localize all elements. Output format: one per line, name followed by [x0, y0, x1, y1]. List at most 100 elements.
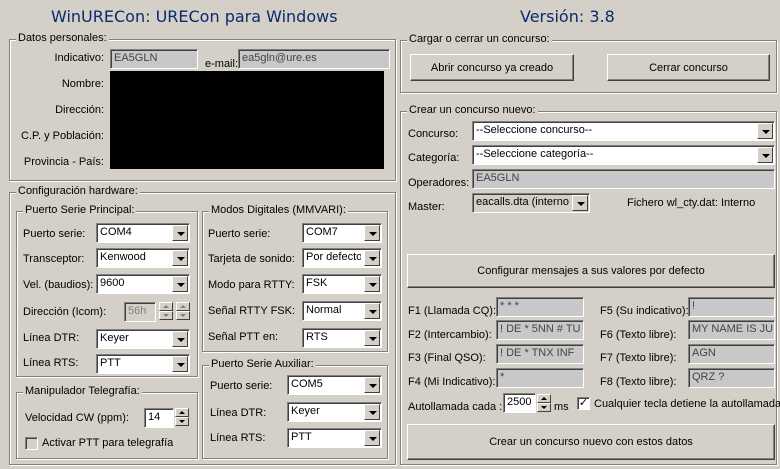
f8-input[interactable]: QRZ ?: [688, 368, 775, 388]
open-contest-button[interactable]: Abrir concurso ya creado: [410, 54, 574, 81]
senal-ptt-label: Señal PTT en:: [208, 331, 279, 343]
aux-dtr-select[interactable]: Keyer: [287, 402, 382, 422]
icom-address-stepper[interactable]: [159, 302, 173, 320]
f1-label: F1 (Llamada CQ):: [408, 305, 497, 317]
indicativo-input[interactable]: EA5GLN: [110, 49, 198, 69]
tarjeta-sonido-select[interactable]: Por defecto: [302, 248, 382, 268]
telegraph-keyer-legend: Manipulador Telegrafía:: [23, 385, 142, 397]
transceptor-select[interactable]: Kenwood: [96, 248, 190, 268]
icom-address-input[interactable]: 56h: [124, 302, 156, 322]
aux-rts-label: Línea RTS:: [210, 432, 266, 444]
arrow-up-icon[interactable]: [537, 394, 551, 403]
close-contest-button[interactable]: Cerrar concurso: [607, 54, 770, 81]
modo-rtty-value: FSK: [306, 277, 328, 289]
stop-autocall-checkbox[interactable]: ✓: [577, 397, 590, 410]
autollamada-stepper[interactable]: [537, 394, 551, 412]
operadores-label: Operadores:: [408, 177, 470, 189]
f3-input[interactable]: ! DE * TNX INF: [496, 344, 584, 364]
f6-label: F6 (Texto libre):: [600, 329, 677, 341]
main-dtr-select[interactable]: Keyer: [96, 329, 190, 349]
chevron-down-icon[interactable]: [364, 330, 380, 346]
arrow-up-icon[interactable]: [176, 302, 190, 311]
autollamada-input[interactable]: 2500: [503, 393, 536, 413]
chevron-down-icon[interactable]: [172, 331, 188, 347]
main-rts-select[interactable]: PTT: [96, 354, 190, 374]
chevron-down-icon[interactable]: [172, 356, 188, 372]
baudios-label: Vel. (baudios):: [23, 279, 94, 291]
provincia-pais-label: Provincia - País:: [23, 156, 104, 168]
aux-rts-select[interactable]: PTT: [287, 428, 382, 448]
arrow-up-icon[interactable]: [159, 302, 173, 311]
f1-input[interactable]: * * *: [496, 297, 584, 317]
f5-label: F5 (Su indicativo):: [600, 305, 689, 317]
senal-fsk-value: Normal: [306, 304, 342, 316]
new-contest-legend: Crear un concurso nuevo:: [407, 104, 538, 116]
transceptor-label: Transceptor:: [23, 253, 85, 265]
f2-input[interactable]: ! DE * 5NN # TU: [496, 320, 584, 340]
arrow-down-icon[interactable]: [537, 403, 551, 412]
chevron-down-icon[interactable]: [364, 303, 380, 319]
arrow-down-icon[interactable]: [175, 417, 189, 426]
senal-ptt-select[interactable]: RTS: [302, 328, 382, 348]
concurso-label: Concurso:: [408, 128, 459, 140]
concurso-select[interactable]: --Seleccione concurso--: [472, 121, 775, 141]
load-close-contest-legend: Cargar o cerrar un concurso:: [407, 33, 552, 45]
nombre-label: Nombre:: [61, 78, 104, 90]
chevron-down-icon[interactable]: [364, 250, 380, 266]
autollamada-label: Autollamada cada :: [408, 401, 503, 413]
senal-fsk-label: Señal RTTY FSK:: [208, 305, 296, 317]
master-select[interactable]: eacalls.dta (interno): [472, 193, 590, 213]
baudios-select[interactable]: 9600: [96, 274, 190, 294]
f7-input[interactable]: AGN: [688, 344, 775, 364]
main-puerto-select[interactable]: COM4: [96, 223, 190, 243]
ptt-telegrafia-checkbox[interactable]: [25, 437, 38, 450]
arrow-up-icon[interactable]: [175, 408, 189, 417]
chevron-down-icon[interactable]: [757, 123, 773, 139]
create-contest-button[interactable]: Crear un concurso nuevo con estos datos: [407, 424, 775, 460]
icom-address-stepper-2[interactable]: [176, 302, 190, 320]
aux-puerto-select[interactable]: COM5: [287, 375, 382, 395]
chevron-down-icon[interactable]: [572, 195, 588, 211]
chevron-down-icon[interactable]: [757, 147, 773, 163]
operadores-input[interactable]: EA5GLN: [472, 169, 775, 189]
categoria-select[interactable]: --Seleccione categoría--: [472, 145, 775, 165]
email-input[interactable]: ea5gln@ure.es: [238, 49, 390, 69]
version-label: Versión: 3.8: [520, 7, 615, 26]
digital-puerto-select[interactable]: COM7: [302, 223, 382, 243]
aux-serial-port-legend: Puerto Serie Auxiliar:: [209, 358, 316, 370]
tarjeta-sonido-label: Tarjeta de sonido:: [208, 253, 295, 265]
cw-speed-stepper[interactable]: [175, 408, 189, 426]
stop-autocall-label: Cualquier tecla detiene la autollamada: [594, 398, 780, 410]
ptt-telegrafia-label: Activar PTT para telegrafía: [42, 437, 174, 449]
categoria-value: --Seleccione categoría--: [476, 148, 594, 160]
aux-dtr-value: Keyer: [291, 405, 320, 417]
main-dtr-label: Línea DTR:: [23, 332, 80, 344]
chevron-down-icon[interactable]: [172, 250, 188, 266]
chevron-down-icon[interactable]: [364, 276, 380, 292]
chevron-down-icon[interactable]: [364, 225, 380, 241]
f5-input[interactable]: !: [688, 297, 775, 317]
chevron-down-icon[interactable]: [364, 430, 380, 446]
digital-modes-legend: Modos Digitales (MMVARI):: [209, 204, 348, 216]
cw-speed-input[interactable]: 14: [144, 408, 174, 428]
direccion-label: Dirección:: [55, 104, 104, 116]
arrow-down-icon[interactable]: [159, 311, 173, 320]
redacted-personal-fields: [110, 71, 384, 169]
modo-rtty-select[interactable]: FSK: [302, 274, 382, 294]
f6-input[interactable]: MY NAME IS JU: [688, 320, 775, 340]
reset-messages-button[interactable]: Configurar mensajes a sus valores por de…: [407, 254, 775, 288]
main-rts-label: Línea RTS:: [23, 357, 79, 369]
arrow-down-icon[interactable]: [176, 311, 190, 320]
senal-fsk-select[interactable]: Normal: [302, 301, 382, 321]
categoria-label: Categoría:: [408, 152, 460, 164]
chevron-down-icon[interactable]: [172, 225, 188, 241]
transceptor-value: Kenwood: [100, 251, 146, 263]
chevron-down-icon[interactable]: [172, 276, 188, 292]
chevron-down-icon[interactable]: [364, 404, 380, 420]
cw-speed-label: Velocidad CW (ppm):: [25, 412, 129, 424]
chevron-down-icon[interactable]: [364, 377, 380, 393]
main-puerto-label: Puerto serie:: [23, 228, 86, 240]
f4-input[interactable]: *: [496, 368, 584, 388]
main-rts-value: PTT: [100, 357, 121, 369]
aux-dtr-label: Línea DTR:: [210, 407, 267, 419]
